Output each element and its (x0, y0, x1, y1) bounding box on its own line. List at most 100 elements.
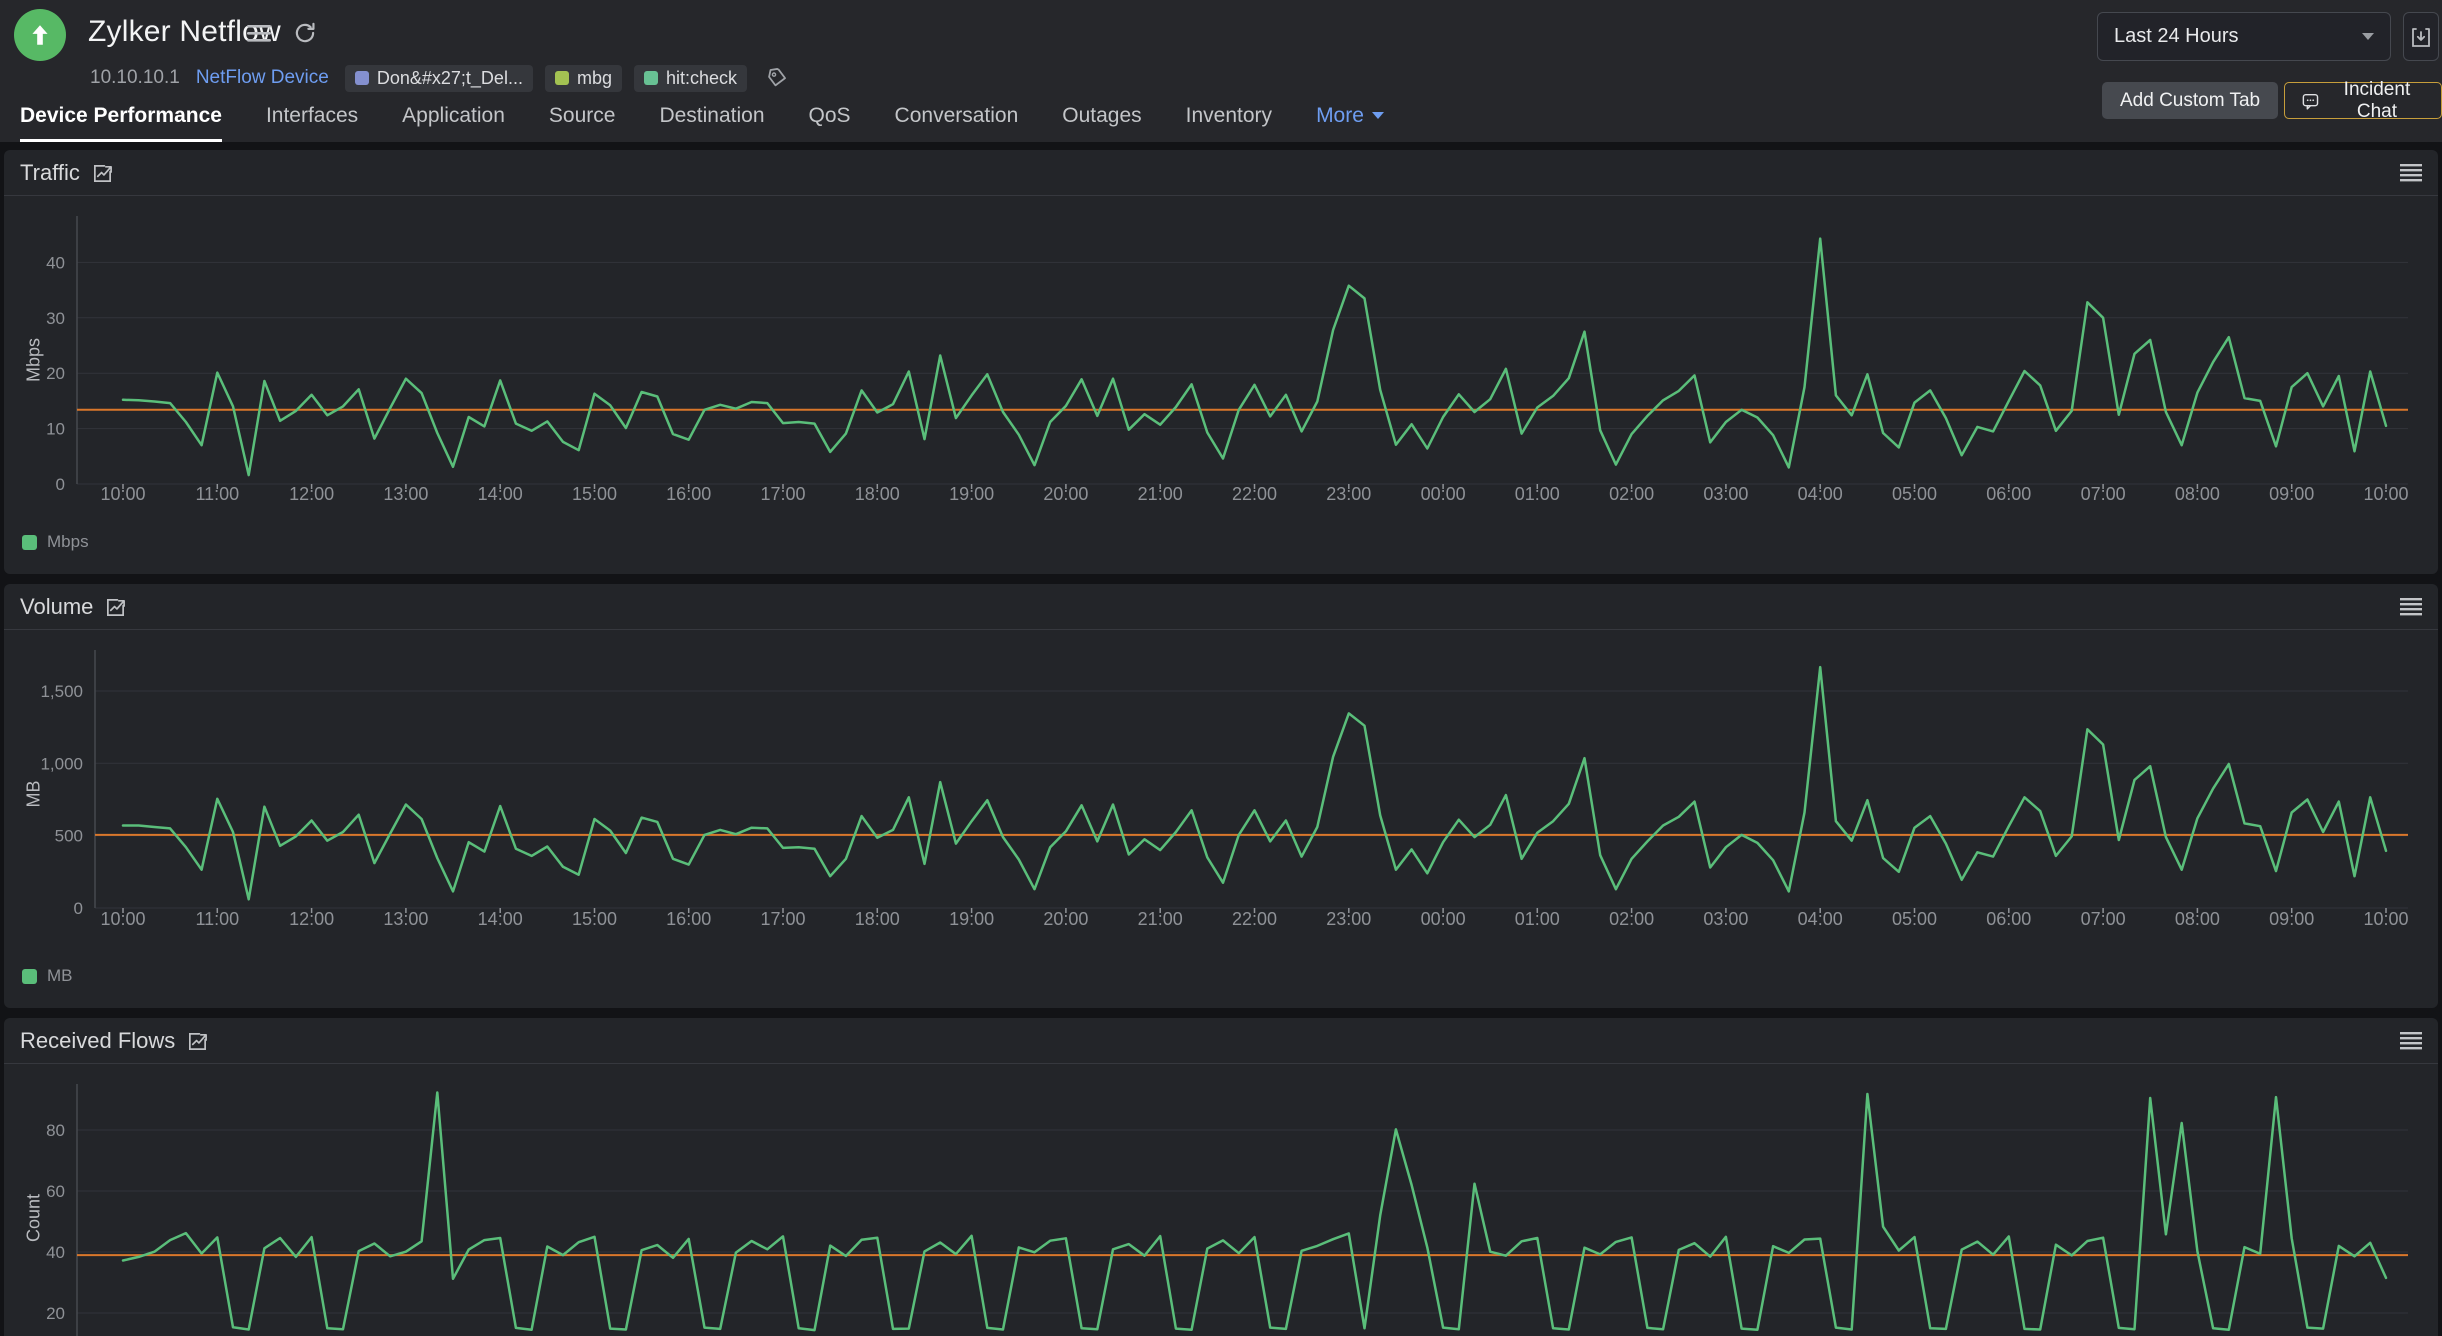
svg-text:04:00: 04:00 (1798, 909, 1843, 929)
time-range-value: Last 24 Hours (2114, 25, 2239, 48)
chart-menu-icon[interactable] (2400, 1032, 2422, 1050)
svg-text:00:00: 00:00 (1421, 909, 1466, 929)
received-flows-chart: 2040608010:0011:0012:0013:0014:0015:0016… (12, 1066, 2430, 1336)
device-avatar (14, 9, 66, 61)
tab-outages[interactable]: Outages (1062, 94, 1141, 142)
tab-device-performance[interactable]: Device Performance (20, 94, 222, 142)
svg-text:10:00: 10:00 (100, 909, 145, 929)
trend-expand-icon[interactable] (187, 1031, 208, 1052)
svg-text:12:00: 12:00 (289, 909, 334, 929)
svg-text:14:00: 14:00 (478, 484, 523, 504)
tab-interfaces[interactable]: Interfaces (266, 94, 358, 142)
svg-text:19:00: 19:00 (949, 909, 994, 929)
calendar-arrow-icon (2409, 24, 2433, 50)
volume-panel: Volume MB 05001,0001,50010:0011:0012:001… (4, 584, 2438, 1008)
svg-text:60: 60 (46, 1182, 65, 1201)
panel-title: Volume (20, 594, 93, 620)
time-range-select[interactable]: Last 24 Hours (2097, 12, 2391, 61)
top-bar: Zylker Netflow 10.10.10.1 NetFlow Device… (0, 0, 2442, 142)
svg-text:05:00: 05:00 (1892, 909, 1937, 929)
tab-source[interactable]: Source (549, 94, 616, 142)
chat-bubble-icon (2301, 90, 2320, 112)
tag-chip[interactable]: hit:check (634, 65, 747, 92)
svg-text:06:00: 06:00 (1986, 484, 2031, 504)
panel-header: Volume (4, 584, 2438, 630)
legend-swatch (22, 969, 37, 984)
tag-label: Don&#x27;t_Del... (377, 68, 523, 89)
chart-menu-icon[interactable] (2400, 598, 2422, 616)
svg-text:09:00: 09:00 (2269, 909, 2314, 929)
svg-text:00:00: 00:00 (1421, 484, 1466, 504)
netflow-dashboard: { "header": { "title": "Zylker Netflow",… (0, 0, 2442, 1336)
trend-expand-icon[interactable] (105, 597, 126, 618)
svg-text:0: 0 (56, 475, 65, 494)
svg-text:13:00: 13:00 (383, 484, 428, 504)
tag-color-swatch (555, 71, 569, 85)
svg-text:20: 20 (46, 364, 65, 383)
device-type-link[interactable]: NetFlow Device (196, 67, 329, 89)
svg-text:03:00: 03:00 (1703, 909, 1748, 929)
incident-chat-label: Incident Chat (2329, 79, 2425, 123)
more-label: More (1316, 104, 1364, 128)
svg-text:30: 30 (46, 309, 65, 328)
svg-text:13:00: 13:00 (383, 909, 428, 929)
svg-text:04:00: 04:00 (1798, 484, 1843, 504)
add-custom-tab-button[interactable]: Add Custom Tab (2102, 82, 2278, 119)
svg-text:10:00: 10:00 (2363, 909, 2408, 929)
refresh-icon[interactable] (292, 20, 318, 46)
svg-text:12:00: 12:00 (289, 484, 334, 504)
tag-icon[interactable] (765, 66, 789, 90)
legend-item[interactable]: MB (22, 966, 73, 986)
tag-chip[interactable]: mbg (545, 65, 622, 92)
svg-text:01:00: 01:00 (1515, 484, 1560, 504)
tab-conversation[interactable]: Conversation (895, 94, 1019, 142)
tab-destination[interactable]: Destination (659, 94, 764, 142)
svg-text:11:00: 11:00 (195, 909, 239, 929)
svg-text:07:00: 07:00 (2081, 909, 2126, 929)
svg-text:0: 0 (74, 899, 83, 918)
legend-label: MB (47, 966, 73, 986)
legend-item[interactable]: Mbps (22, 532, 89, 552)
hamburger-menu-icon[interactable] (246, 22, 272, 44)
svg-text:1,500: 1,500 (40, 682, 83, 701)
chart-menu-icon[interactable] (2400, 164, 2422, 182)
panel-header: Traffic (4, 150, 2438, 196)
svg-text:22:00: 22:00 (1232, 484, 1277, 504)
tab-qos[interactable]: QoS (809, 94, 851, 142)
traffic-chart: 01020304010:0011:0012:0013:0014:0015:001… (12, 198, 2430, 533)
svg-text:1,000: 1,000 (40, 754, 83, 773)
volume-chart: 05001,0001,50010:0011:0012:0013:0014:001… (12, 632, 2430, 967)
svg-text:40: 40 (46, 1243, 65, 1262)
tag-label: mbg (577, 68, 612, 89)
svg-text:02:00: 02:00 (1609, 484, 1654, 504)
panel-header: Received Flows (4, 1018, 2438, 1064)
legend-swatch (22, 535, 37, 550)
tag-chip[interactable]: Don&#x27;t_Del... (345, 65, 533, 92)
svg-text:17:00: 17:00 (760, 909, 805, 929)
svg-text:10: 10 (46, 420, 65, 439)
custom-period-button[interactable] (2403, 12, 2439, 61)
svg-text:23:00: 23:00 (1326, 909, 1371, 929)
tab-application[interactable]: Application (402, 94, 505, 142)
svg-text:05:00: 05:00 (1892, 484, 1937, 504)
svg-text:08:00: 08:00 (2175, 909, 2220, 929)
tab-bar: Device Performance Interfaces Application S… (20, 94, 1384, 142)
svg-text:07:00: 07:00 (2081, 484, 2126, 504)
svg-text:03:00: 03:00 (1703, 484, 1748, 504)
svg-text:80: 80 (46, 1121, 65, 1140)
device-ip: 10.10.10.1 (90, 67, 180, 89)
tab-more[interactable]: More (1316, 94, 1384, 142)
trend-expand-icon[interactable] (92, 163, 113, 184)
received-flows-panel: Received Flows Count 2040608010:0011:001… (4, 1018, 2438, 1336)
traffic-panel: Traffic Mbps 01020304010:0011:0012:0013:… (4, 150, 2438, 574)
tab-inventory[interactable]: Inventory (1186, 94, 1272, 142)
svg-text:19:00: 19:00 (949, 484, 994, 504)
svg-text:01:00: 01:00 (1515, 909, 1560, 929)
svg-text:15:00: 15:00 (572, 484, 617, 504)
svg-text:21:00: 21:00 (1138, 484, 1183, 504)
svg-text:10:00: 10:00 (100, 484, 145, 504)
panel-title: Traffic (20, 160, 80, 186)
incident-chat-button[interactable]: Incident Chat (2284, 82, 2442, 119)
svg-text:06:00: 06:00 (1986, 909, 2031, 929)
svg-text:09:00: 09:00 (2269, 484, 2314, 504)
